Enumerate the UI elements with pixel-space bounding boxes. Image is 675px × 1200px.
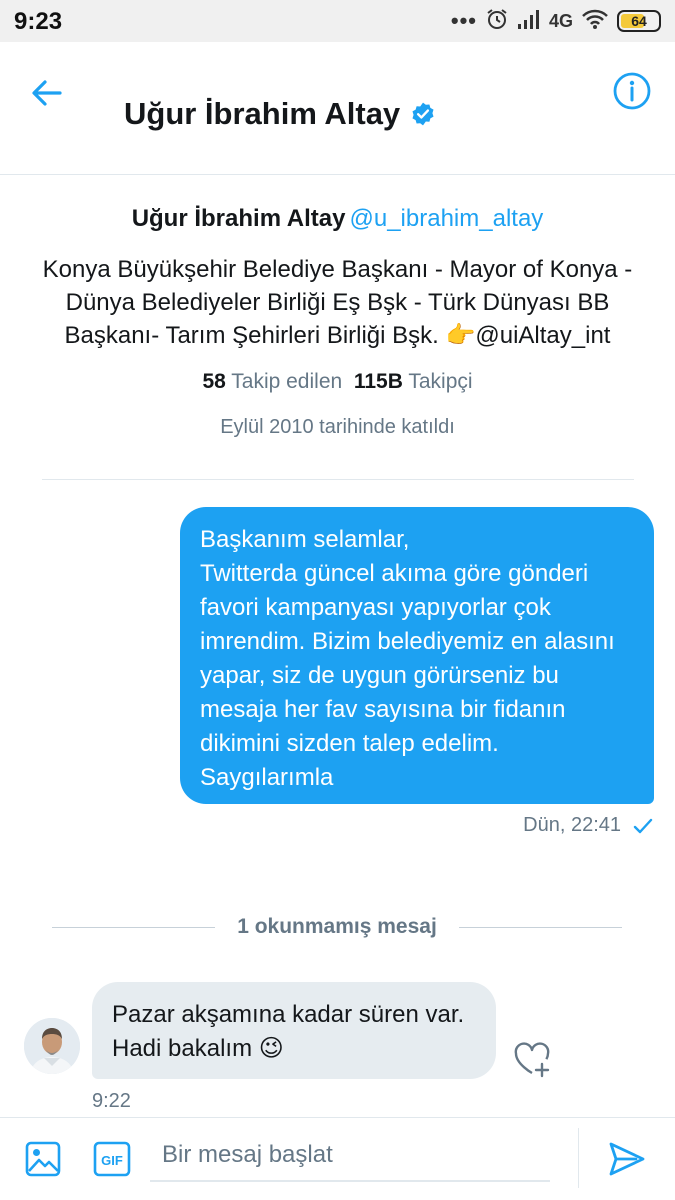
verified-badge-icon: [412, 102, 434, 126]
back-arrow-icon: [32, 80, 62, 106]
status-indicators: ••• 4G 64: [451, 8, 661, 34]
info-icon: [613, 72, 651, 110]
status-bar: 9:23 ••• 4G 64: [0, 0, 675, 42]
following-count[interactable]: 58: [202, 370, 225, 393]
outgoing-message-timestamp: Dün, 22:41: [523, 814, 621, 836]
back-button[interactable]: [24, 70, 70, 116]
wifi-icon: [581, 8, 609, 35]
battery-level: 64: [631, 13, 647, 29]
followers-count[interactable]: 115B: [354, 370, 403, 393]
network-type: 4G: [548, 10, 573, 31]
outgoing-message-line: Başkanım selamlar,: [200, 526, 410, 553]
profile-joined-date: Eylül 2010 tarihinde katıldı: [220, 416, 455, 438]
message-input[interactable]: [150, 1130, 550, 1182]
profile-name-row: Uğur İbrahim Altay @u_ibrahim_altay: [0, 205, 675, 233]
composer-divider: [578, 1128, 579, 1188]
image-icon: [25, 1141, 61, 1177]
profile-handle[interactable]: @u_ibrahim_altay: [350, 205, 544, 232]
add-reaction-button[interactable]: [512, 1040, 552, 1080]
alarm-icon: [485, 7, 509, 36]
battery-icon: 64: [617, 10, 661, 32]
add-gif-button[interactable]: GIF: [92, 1140, 132, 1178]
profile-summary: Uğur İbrahim Altay @u_ibrahim_altay Konya…: [0, 205, 675, 439]
header-title: Uğur İbrahim Altay: [124, 96, 401, 131]
following-label[interactable]: Takip edilen: [231, 370, 342, 393]
add-reaction-icon: [514, 1042, 550, 1078]
outgoing-message-line: Saygılarımla: [200, 764, 334, 791]
separator-line: [458, 926, 622, 928]
profile-name[interactable]: Uğur İbrahim Altay: [132, 205, 346, 232]
add-photo-button[interactable]: [24, 1140, 62, 1178]
outgoing-message-bubble[interactable]: Başkanım selamlar, Twitterda güncel akım…: [180, 507, 654, 804]
profile-stats: 58 Takip edilen 115B Takipçi: [0, 370, 675, 394]
send-button[interactable]: [606, 1138, 648, 1180]
svg-text:GIF: GIF: [101, 1153, 123, 1168]
status-time: 9:23: [14, 8, 63, 35]
incoming-message-bubble[interactable]: Pazar akşamına kadar süren var. Hadi bak…: [92, 982, 496, 1079]
unread-separator-label: 1 okunmamış mesaj: [237, 915, 437, 938]
outgoing-message-meta: Dün, 22:41: [523, 814, 653, 837]
profile-divider: [42, 479, 634, 480]
more-notifications-icon: •••: [450, 8, 477, 33]
gif-icon: GIF: [93, 1141, 131, 1177]
incoming-message-text: Pazar akşamına kadar süren var. Hadi bak…: [112, 1001, 465, 1062]
signal-icon: [517, 8, 541, 35]
outgoing-message-line: Twitterda güncel akıma göre gönderi favo…: [200, 560, 615, 757]
unread-separator: 1 okunmamış mesaj: [52, 913, 622, 941]
incoming-message-timestamp: 9:22: [92, 1090, 131, 1112]
sender-avatar[interactable]: [24, 1018, 80, 1074]
conversation-title: Uğur İbrahim Altay: [124, 96, 436, 132]
send-icon: [609, 1142, 645, 1176]
conversation-info-button[interactable]: [611, 70, 653, 112]
followers-label[interactable]: Takipçi: [408, 370, 472, 393]
read-check-icon: [633, 818, 653, 833]
conversation-header: Uğur İbrahim Altay: [0, 42, 675, 175]
separator-line: [52, 926, 216, 928]
avatar-image: [24, 1018, 80, 1074]
message-composer: GIF: [0, 1117, 675, 1200]
profile-bio: Konya Büyükşehir Belediye Başkanı - Mayo…: [42, 256, 633, 349]
